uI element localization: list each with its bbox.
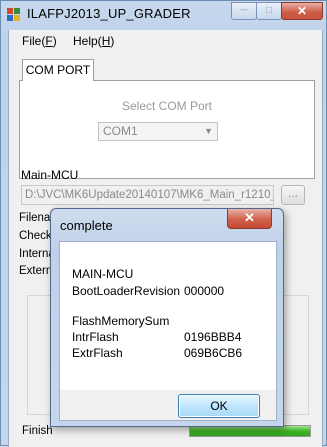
flash-sum-label: FlashMemorySum (72, 314, 170, 328)
extr-flash-value: 069B6CB6 (184, 346, 243, 360)
window-title: ILAFPJ2013_UP_GRADER (27, 6, 191, 21)
menu-file[interactable]: File(F) (22, 34, 57, 48)
intr-flash-value: 0196BBB4 (184, 330, 242, 344)
dialog-close-button[interactable]: ✕ (227, 209, 272, 229)
progress-fill (190, 426, 310, 436)
bootloader-label: BootLoaderRevision (72, 284, 181, 298)
com-port-select[interactable]: COM1 ▼ (98, 122, 218, 141)
maximize-button[interactable]: □ (256, 2, 282, 20)
close-icon: ✕ (296, 4, 308, 18)
bootloader-value: 000000 (184, 284, 225, 298)
menu-help[interactable]: Help(H) (73, 34, 114, 48)
tab-com-port[interactable]: COM PORT (22, 59, 94, 81)
app-icon (7, 8, 22, 23)
ok-button[interactable]: OK (178, 394, 260, 418)
close-button[interactable]: ✕ (281, 2, 323, 20)
intr-flash-label: IntrFlash (72, 330, 119, 344)
com-port-panel: Select COM Port COM1 ▼ (19, 80, 315, 179)
dialog-title: complete (60, 218, 113, 233)
select-com-label: Select COM Port (121, 99, 213, 113)
complete-dialog: complete ✕ MAIN-MCU BootLoaderRevision 0… (50, 208, 284, 427)
browse-button[interactable]: ... (281, 185, 305, 205)
menu-bar: File(F) Help(H) (9, 30, 322, 52)
dialog-heading: MAIN-MCU (72, 267, 134, 281)
title-bar[interactable]: ILAFPJ2013_UP_GRADER ─ □ ✕ (1, 1, 326, 30)
main-mcu-path-field[interactable]: D:\JVC\MK6Update20140107\MK6_Main_r1210_ (21, 185, 274, 205)
chevron-down-icon: ▼ (204, 126, 213, 136)
close-icon: ✕ (244, 210, 255, 225)
status-text: Finish (22, 425, 53, 437)
extr-flash-label: ExtrFlash (72, 346, 123, 360)
minimize-button[interactable]: ─ (231, 2, 257, 20)
dialog-body: MAIN-MCU BootLoaderRevision 000000 Flash… (59, 241, 277, 392)
main-mcu-label: Main-MCU (21, 168, 79, 182)
